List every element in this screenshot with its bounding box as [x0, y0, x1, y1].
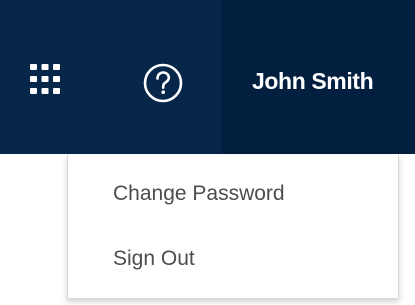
help-button[interactable]	[138, 58, 188, 108]
change-password-menu-item[interactable]: Change Password	[113, 179, 285, 209]
grid-icon	[30, 64, 60, 94]
apps-grid-button[interactable]	[22, 56, 68, 102]
user-name-button[interactable]: John Smith	[252, 64, 374, 98]
sign-out-menu-item[interactable]: Sign Out	[113, 244, 195, 274]
top-navigation-bar: John Smith	[0, 0, 415, 154]
user-menu-dropdown: Change Password Sign Out	[67, 155, 399, 299]
question-mark-circle-icon	[143, 63, 183, 103]
